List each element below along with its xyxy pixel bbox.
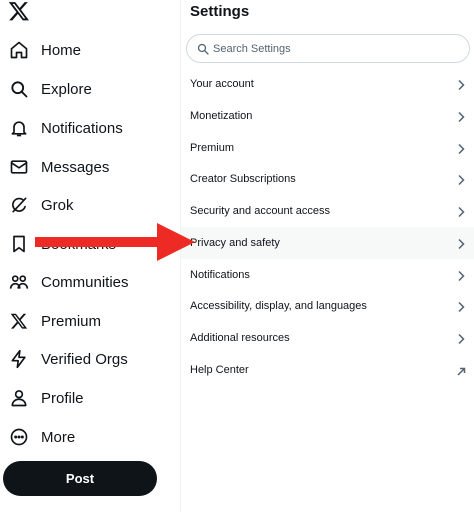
sidebar-item-verified-orgs[interactable]: Verified Orgs: [0, 340, 170, 378]
settings-item-label: Notifications: [190, 269, 250, 281]
search-icon: [8, 78, 30, 100]
grok-icon: [8, 194, 30, 216]
chevron-right-icon: [456, 110, 466, 123]
settings-item-security[interactable]: Security and account access: [181, 195, 474, 227]
lightning-icon: [8, 348, 30, 370]
sidebar-item-label: Grok: [41, 196, 74, 214]
search-icon: [197, 42, 210, 55]
post-button[interactable]: Post: [3, 461, 157, 496]
sidebar-item-premium[interactable]: Premium: [0, 302, 170, 340]
chevron-right-icon: [456, 300, 466, 313]
chevron-right-icon: [456, 269, 466, 282]
settings-item-additional-resources[interactable]: Additional resources: [181, 322, 474, 354]
settings-item-label: Privacy and safety: [190, 237, 280, 249]
sidebar-item-notifications[interactable]: Notifications: [0, 109, 170, 147]
sidebar-item-home[interactable]: Home: [0, 31, 170, 69]
sidebar-item-label: Premium: [41, 312, 102, 330]
chevron-right-icon: [456, 332, 466, 345]
sidebar-item-label: Notifications: [41, 119, 123, 137]
settings-panel: Settings Your account Monetization Premi…: [181, 0, 474, 512]
bookmark-icon: [8, 233, 30, 255]
external-link-icon: [456, 364, 466, 376]
sidebar-item-label: Explore: [41, 80, 92, 98]
sidebar-item-communities[interactable]: Communities: [0, 263, 170, 301]
settings-item-help-center[interactable]: Help Center: [181, 354, 474, 386]
communities-icon: [8, 271, 30, 293]
envelope-icon: [8, 156, 30, 178]
bell-icon: [8, 117, 30, 139]
person-icon: [8, 387, 30, 409]
page-title: Settings: [190, 3, 250, 20]
settings-item-label: Premium: [190, 142, 235, 154]
chevron-right-icon: [456, 173, 466, 186]
sidebar-item-label: More: [41, 428, 76, 446]
x-logo-icon: [8, 310, 30, 332]
x-logo-icon[interactable]: [8, 0, 34, 26]
sidebar-item-more[interactable]: More: [0, 418, 170, 456]
settings-item-premium[interactable]: Premium: [181, 132, 474, 164]
settings-item-label: Monetization: [190, 110, 253, 122]
sidebar-item-grok[interactable]: Grok: [0, 186, 170, 224]
search-settings-input[interactable]: [213, 40, 453, 58]
search-settings-box[interactable]: [186, 34, 470, 63]
settings-item-label: Security and account access: [190, 205, 331, 217]
settings-item-label: Creator Subscriptions: [190, 173, 296, 185]
sidebar-item-explore[interactable]: Explore: [0, 70, 170, 108]
settings-item-label: Accessibility, display, and languages: [190, 300, 367, 312]
settings-item-label: Your account: [190, 78, 254, 90]
home-icon: [8, 39, 30, 61]
sidebar-item-label: Messages: [41, 158, 110, 176]
sidebar-item-label: Communities: [41, 273, 129, 291]
sidebar-item-label: Profile: [41, 389, 84, 407]
settings-item-label: Help Center: [190, 364, 249, 376]
settings-item-monetization[interactable]: Monetization: [181, 100, 474, 132]
settings-item-label: Additional resources: [190, 332, 290, 344]
settings-item-creator-subscriptions[interactable]: Creator Subscriptions: [181, 163, 474, 195]
more-circle-icon: [8, 426, 30, 448]
sidebar-item-messages[interactable]: Messages: [0, 148, 170, 186]
settings-item-privacy-and-safety[interactable]: Privacy and safety: [181, 227, 474, 259]
settings-item-your-account[interactable]: Your account: [181, 68, 474, 100]
red-arrow-icon: [33, 220, 198, 264]
chevron-right-icon: [456, 142, 466, 155]
settings-item-notifications[interactable]: Notifications: [181, 259, 474, 291]
settings-item-accessibility[interactable]: Accessibility, display, and languages: [181, 290, 474, 322]
chevron-right-icon: [456, 78, 466, 91]
sidebar-item-label: Home: [41, 41, 82, 59]
sidebar-item-label: Verified Orgs: [41, 350, 128, 368]
sidebar-item-profile[interactable]: Profile: [0, 379, 170, 417]
chevron-right-icon: [456, 237, 466, 250]
chevron-right-icon: [456, 205, 466, 218]
